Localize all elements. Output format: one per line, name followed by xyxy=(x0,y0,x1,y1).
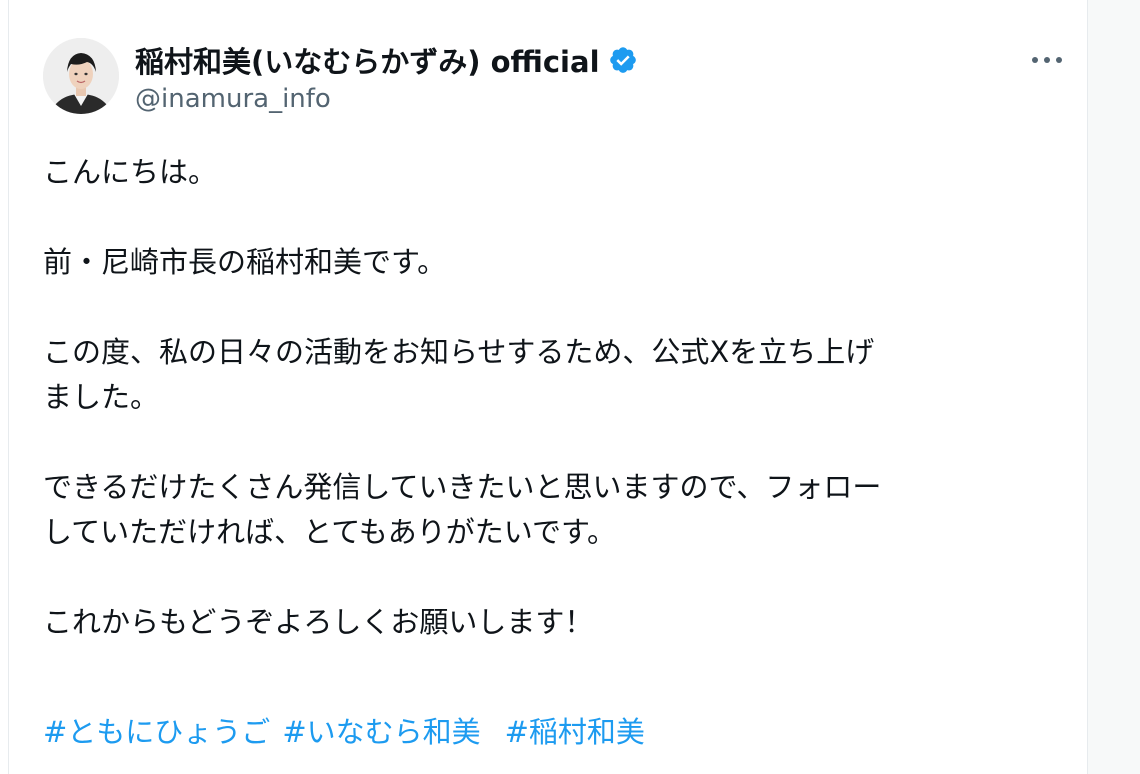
post-text: こんにちは。 前・尼崎市長の稲村和美です。 この度、私の日々の活動をお知らせする… xyxy=(43,150,1053,645)
post-paragraph-3-line-2: ました。 xyxy=(43,380,160,414)
post-header: 稲村和美(いなむらかずみ) official @inamura_info xyxy=(135,40,638,114)
post-paragraph-4-line-1: できるだけたくさん発信していきたいと思いますので、フォロー xyxy=(43,470,882,504)
display-name[interactable]: 稲村和美(いなむらかずみ) official xyxy=(135,39,600,81)
hashtag-link[interactable]: #ともにひょうご xyxy=(43,715,270,749)
post-paragraph-5: これからもどうぞよろしくお願いします！ xyxy=(43,605,594,639)
post-paragraph-3: この度、私の日々の活動をお知らせするため、公式Xを立ち上げ ました。 xyxy=(43,330,1053,420)
avatar[interactable] xyxy=(43,38,119,114)
user-handle[interactable]: @inamura_info xyxy=(135,84,638,114)
post-paragraph-4-line-2: していただければ、とてもありがたいです。 xyxy=(43,515,617,549)
right-column-background xyxy=(1088,0,1140,774)
post-paragraph-3-line-1: この度、私の日々の活動をお知らせするため、公式Xを立ち上げ xyxy=(43,335,875,369)
post-card: 稲村和美(いなむらかずみ) official @inamura_info こんに… xyxy=(8,0,1088,774)
profile-photo xyxy=(43,38,119,114)
post-paragraph-2: 前・尼崎市長の稲村和美です。 xyxy=(43,245,447,279)
verified-badge-icon[interactable] xyxy=(608,45,638,75)
post-paragraph-1: こんにちは。 xyxy=(43,155,218,189)
hashtag-list: #ともにひょうご #いなむら和美 #稲村和美 xyxy=(43,712,657,752)
post-paragraph-4: できるだけたくさん発信していきたいと思いますので、フォロー していただければ、と… xyxy=(43,465,1053,555)
hashtag-link[interactable]: #稲村和美 xyxy=(505,715,645,749)
hashtag-link[interactable]: #いなむら和美 xyxy=(282,715,480,749)
more-options-button[interactable] xyxy=(1027,46,1067,74)
page: 稲村和美(いなむらかずみ) official @inamura_info こんに… xyxy=(0,0,1140,774)
more-horizontal-icon xyxy=(1032,57,1062,63)
name-row: 稲村和美(いなむらかずみ) official xyxy=(135,40,638,80)
